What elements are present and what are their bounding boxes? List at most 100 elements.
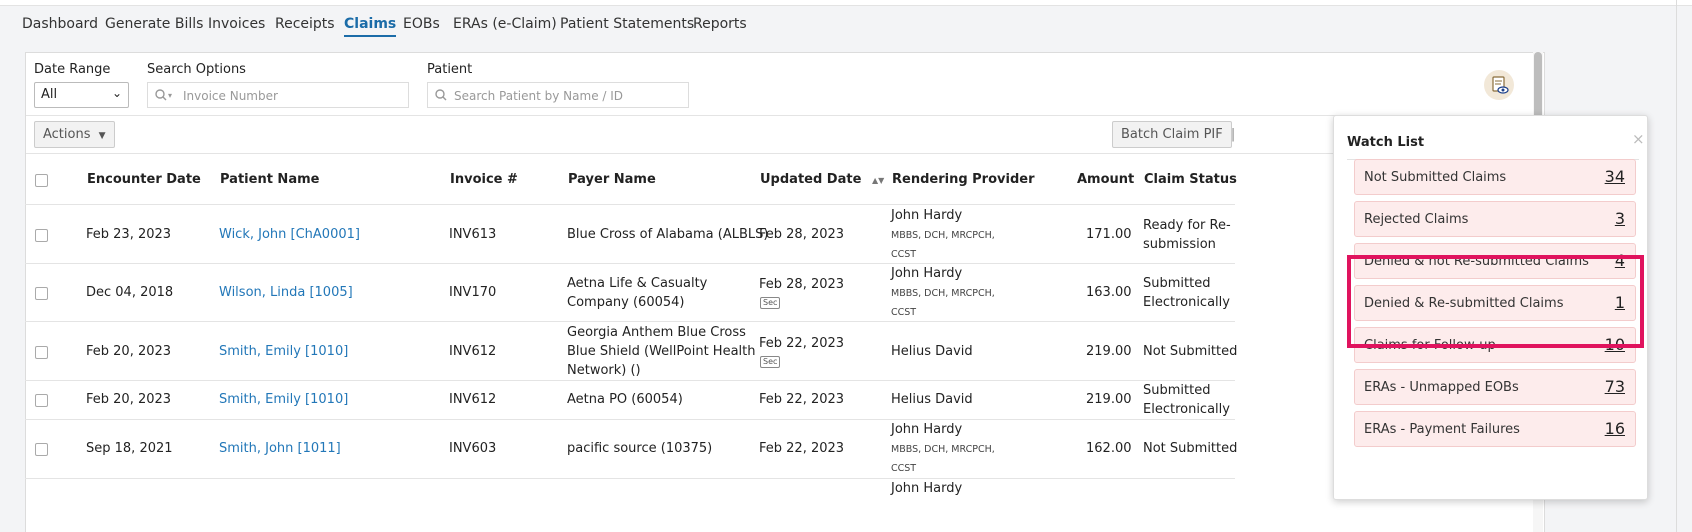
watchlist-eye-icon [1492, 76, 1509, 94]
updated-date: Feb 22, 2023 [759, 336, 845, 351]
search-options-chevron-icon[interactable]: ▾ [168, 91, 172, 100]
row-checkbox[interactable] [35, 443, 48, 456]
invoice-search-input[interactable]: ▾ Invoice Number [147, 82, 409, 108]
header-claim-status[interactable]: Claim Status [1144, 172, 1237, 187]
provider-name: John Hardy [891, 266, 963, 281]
secondary-badge: Sec [760, 356, 781, 368]
patient-search-input[interactable]: Search Patient by Name / ID [427, 82, 689, 108]
close-icon[interactable]: × [1632, 130, 1645, 148]
watchlist-item-label: Claims for Follow-up [1364, 338, 1496, 353]
header-rendering-provider[interactable]: Rendering Provider [892, 172, 1035, 187]
watchlist-item-count[interactable]: 16 [1605, 419, 1625, 438]
updated-date: Feb 22, 2023 [759, 392, 845, 407]
sort-icon[interactable]: ▲▼ [872, 176, 884, 185]
payer-name: Blue Shield (WellPoint Health [567, 344, 756, 359]
provider-name: John Hardy [891, 422, 963, 437]
invoice-number: INV613 [449, 227, 497, 242]
date-range-select[interactable]: All ⌄ [34, 82, 129, 108]
header-amount[interactable]: Amount [1077, 172, 1134, 187]
search-options-label: Search Options [147, 62, 246, 77]
encounter-date: Feb 20, 2023 [86, 344, 172, 359]
watchlist-popup: Watch List × Not Submitted Claims 34 Rej… [1333, 115, 1648, 500]
divider [25, 204, 1235, 205]
tab-eras[interactable]: ERAs (e-Claim) [453, 16, 557, 32]
watchlist-item-label: Denied & not Re-submitted Claims [1364, 254, 1589, 269]
encounter-date: Dec 04, 2018 [86, 285, 174, 300]
claim-status: Not Submitted [1143, 441, 1238, 456]
amount: 219.00 [1086, 392, 1132, 407]
select-all-checkbox[interactable] [35, 174, 48, 187]
row-checkbox[interactable] [35, 346, 48, 359]
search-icon [435, 89, 447, 101]
batch-claim-pif-button[interactable]: Batch Claim PIF | [1112, 121, 1236, 148]
watchlist-item-label: ERAs - Payment Failures [1364, 422, 1520, 437]
watchlist-item-payment-failures[interactable]: ERAs - Payment Failures 16 [1354, 411, 1636, 447]
updated-date: Feb 28, 2023 [759, 277, 845, 292]
provider-credentials: CCST [891, 249, 917, 260]
watchlist-item-count[interactable]: 3 [1615, 209, 1625, 228]
divider [25, 263, 1235, 264]
updated-date: Feb 22, 2023 [759, 441, 845, 456]
watchlist-item-rejected[interactable]: Rejected Claims 3 [1354, 201, 1636, 237]
watchlist-item-count[interactable]: 10 [1605, 335, 1625, 354]
encounter-date: Sep 18, 2021 [86, 441, 173, 456]
patient-link[interactable]: Smith, Emily [1010] [219, 342, 348, 362]
row-checkbox[interactable] [35, 229, 48, 242]
divider [25, 380, 1235, 381]
patient-link[interactable]: Wick, John [ChA0001] [219, 225, 360, 245]
tab-generate-bills[interactable]: Generate Bills [105, 16, 203, 32]
claim-status: submission [1143, 237, 1216, 252]
watchlist-item-follow-up[interactable]: Claims for Follow-up 10 [1354, 327, 1636, 363]
tab-eobs[interactable]: EOBs [403, 16, 440, 32]
provider-name: John Hardy [891, 208, 963, 223]
updated-date-label: Updated Date [760, 172, 862, 187]
watchlist-item-count[interactable]: 1 [1615, 293, 1625, 312]
watchlist-button[interactable] [1484, 70, 1514, 100]
split-divider: | [1230, 127, 1236, 142]
encounter-date: Feb 23, 2023 [86, 227, 172, 242]
patient-link[interactable]: Smith, John [1011] [219, 439, 341, 459]
tab-receipts[interactable]: Receipts [275, 16, 335, 32]
invoice-number: INV612 [449, 392, 497, 407]
watchlist-item-unmapped-eobs[interactable]: ERAs - Unmapped EOBs 73 [1354, 369, 1636, 405]
header-encounter-date[interactable]: Encounter Date [87, 172, 201, 187]
invoice-number: INV612 [449, 344, 497, 359]
watchlist-item-count[interactable]: 4 [1615, 251, 1625, 270]
payer-name: Blue Cross of Alabama (ALBLS) [567, 227, 769, 242]
watchlist-item-denied-resubmitted[interactable]: Denied & Re-submitted Claims 1 [1354, 285, 1636, 321]
actions-label: Actions [43, 127, 91, 142]
claim-status: Not Submitted [1143, 344, 1238, 359]
watchlist-item-label: Denied & Re-submitted Claims [1364, 296, 1564, 311]
header-updated-date[interactable]: Updated Date ▲▼ [760, 172, 884, 187]
amount: 163.00 [1086, 285, 1132, 300]
payer-name: Aetna Life & Casualty [567, 276, 708, 291]
actions-button[interactable]: Actions ▼ [34, 121, 115, 148]
patient-link[interactable]: Wilson, Linda [1005] [219, 283, 353, 303]
chevron-down-icon: ⌄ [111, 86, 122, 100]
row-checkbox[interactable] [35, 287, 48, 300]
tab-claims[interactable]: Claims [344, 16, 397, 37]
header-patient-name[interactable]: Patient Name [220, 172, 319, 187]
watchlist-item-not-submitted[interactable]: Not Submitted Claims 34 [1354, 159, 1636, 195]
patient-label: Patient [427, 62, 473, 77]
provider-credentials: MBBS, DCH, MRCPCH, [891, 230, 995, 241]
tab-reports[interactable]: Reports [693, 16, 747, 32]
provider-credentials: CCST [891, 463, 917, 474]
tab-dashboard[interactable]: Dashboard [22, 16, 98, 32]
header-invoice[interactable]: Invoice # [450, 172, 518, 187]
provider-credentials: CCST [891, 307, 917, 318]
row-checkbox[interactable] [35, 394, 48, 407]
watchlist-item-label: Not Submitted Claims [1364, 170, 1507, 185]
patient-link[interactable]: Smith, Emily [1010] [219, 390, 348, 410]
watchlist-item-count[interactable]: 34 [1605, 167, 1625, 186]
divider [25, 478, 1235, 479]
watchlist-item-denied-not-resubmitted[interactable]: Denied & not Re-submitted Claims 4 [1354, 243, 1636, 279]
tab-invoices[interactable]: Invoices [208, 16, 265, 32]
tab-patient-statements[interactable]: Patient Statements [560, 16, 694, 32]
header-payer-name[interactable]: Payer Name [568, 172, 656, 187]
watchlist-item-count[interactable]: 73 [1605, 377, 1625, 396]
date-range-label: Date Range [34, 62, 111, 77]
encounter-date: Feb 20, 2023 [86, 392, 172, 407]
divider [25, 321, 1235, 322]
payer-name: Georgia Anthem Blue Cross [567, 325, 746, 340]
